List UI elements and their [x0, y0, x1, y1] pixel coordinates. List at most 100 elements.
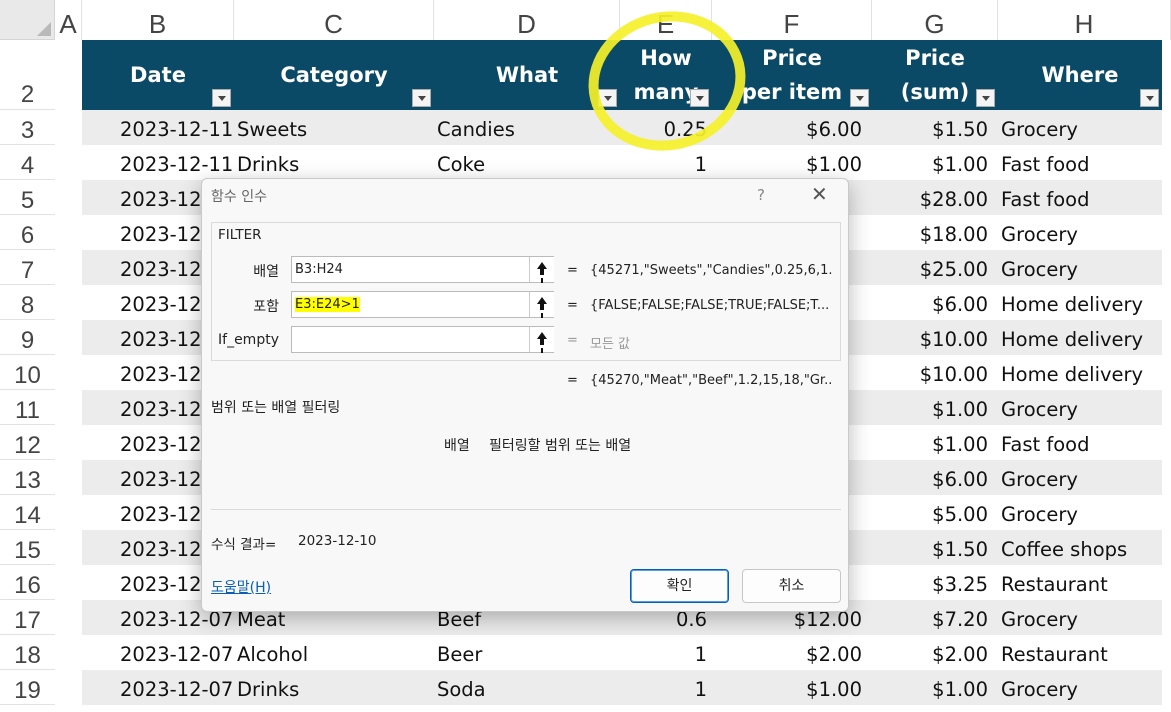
cell-where[interactable]: Grocery: [1001, 600, 1078, 635]
header-where[interactable]: Where: [998, 40, 1162, 110]
include-input[interactable]: E3:E24>1: [291, 291, 554, 318]
column-header-h[interactable]: H: [998, 0, 1171, 40]
filter-dropdown-icon[interactable]: [412, 89, 431, 107]
cell-price-sum[interactable]: $1.00: [872, 145, 988, 180]
cell-date[interactable]: 2023-12-07: [120, 670, 233, 705]
cell-how-many[interactable]: 1: [620, 635, 707, 670]
cell-date[interactable]: 2023-12-11: [120, 110, 233, 145]
cell-price-sum[interactable]: $18.00: [872, 215, 988, 250]
row-header[interactable]: 15: [0, 530, 55, 565]
cell-where[interactable]: Grocery: [1001, 250, 1078, 285]
column-header-f[interactable]: F: [712, 0, 872, 40]
column-header-c[interactable]: C: [234, 0, 434, 40]
cell-price-sum[interactable]: $6.00: [872, 460, 988, 495]
collapse-range-icon[interactable]: [529, 257, 554, 282]
cell-date[interactable]: 2023-12-11: [120, 145, 233, 180]
cell-date[interactable]: 2023-12-: [120, 495, 209, 530]
cell-what[interactable]: Candies: [437, 110, 515, 145]
cell-what[interactable]: Soda: [437, 670, 486, 705]
help-link[interactable]: 도움말(H): [211, 577, 271, 597]
column-header-a[interactable]: A: [55, 0, 82, 40]
cell-date[interactable]: 2023-12-: [120, 320, 209, 355]
select-all-corner[interactable]: [0, 0, 55, 40]
cell-where[interactable]: Coffee shops: [1001, 530, 1127, 565]
header-category[interactable]: Category: [234, 40, 434, 110]
cell-date[interactable]: 2023-12-: [120, 460, 209, 495]
cell-price-sum[interactable]: $1.50: [872, 110, 988, 145]
cell-price-sum[interactable]: $1.00: [872, 390, 988, 425]
cell-price-sum[interactable]: $25.00: [872, 250, 988, 285]
cell-where[interactable]: Restaurant: [1001, 635, 1108, 670]
row-header[interactable]: 3: [0, 110, 55, 145]
cell-where[interactable]: Grocery: [1001, 670, 1078, 705]
cell-date[interactable]: 2023-12-: [120, 250, 209, 285]
row-header[interactable]: 19: [0, 670, 55, 705]
cell-where[interactable]: Restaurant: [1001, 565, 1108, 600]
column-header-g[interactable]: G: [872, 0, 998, 40]
row-header[interactable]: 16: [0, 565, 55, 600]
filter-dropdown-icon[interactable]: [976, 89, 995, 107]
cell-date[interactable]: 2023-12-07: [120, 635, 233, 670]
cell-what[interactable]: Beer: [437, 635, 482, 670]
filter-dropdown-icon[interactable]: [212, 89, 231, 107]
row-header[interactable]: 11: [0, 390, 55, 425]
cell-date[interactable]: 2023-12-: [120, 180, 209, 215]
cell-category[interactable]: Drinks: [237, 670, 299, 705]
cell-date[interactable]: 2023-12-: [120, 355, 209, 390]
cell-category[interactable]: Sweets: [237, 110, 307, 145]
row-header[interactable]: 2: [0, 40, 55, 110]
cell-date[interactable]: 2023-12-: [120, 530, 209, 565]
cell-where[interactable]: Home delivery: [1001, 355, 1143, 390]
collapse-range-icon[interactable]: [529, 292, 554, 317]
row-header[interactable]: 8: [0, 285, 55, 320]
row-header[interactable]: 7: [0, 250, 55, 285]
row-header[interactable]: 13: [0, 460, 55, 495]
column-header-b[interactable]: B: [82, 0, 234, 40]
collapse-range-icon[interactable]: [529, 327, 554, 352]
if-empty-input[interactable]: [291, 326, 554, 353]
cell-price-sum[interactable]: $2.00: [872, 635, 988, 670]
close-icon[interactable]: ✕: [811, 182, 828, 206]
header-price-sum[interactable]: Price (sum): [872, 40, 998, 110]
row-header[interactable]: 17: [0, 600, 55, 635]
cell-where[interactable]: Grocery: [1001, 460, 1078, 495]
cell-price-sum[interactable]: $1.00: [872, 425, 988, 460]
column-header-d[interactable]: D: [434, 0, 620, 40]
cell-price-sum[interactable]: $10.00: [872, 355, 988, 390]
cell-price-sum[interactable]: $1.00: [872, 670, 988, 705]
row-header[interactable]: 4: [0, 145, 55, 180]
cell-price-item[interactable]: $2.00: [712, 635, 862, 670]
cell-where[interactable]: Fast food: [1001, 425, 1089, 460]
cell-price-sum[interactable]: $3.25: [872, 565, 988, 600]
cell-what[interactable]: Coke: [437, 145, 485, 180]
cell-price-item[interactable]: $1.00: [712, 145, 862, 180]
cell-where[interactable]: Fast food: [1001, 180, 1089, 215]
cell-where[interactable]: Grocery: [1001, 215, 1078, 250]
cell-date[interactable]: 2023-12-: [120, 285, 209, 320]
ok-button[interactable]: 확인: [630, 569, 729, 603]
array-input[interactable]: B3:H24: [291, 256, 554, 283]
cell-how-many[interactable]: 1: [620, 670, 707, 705]
cell-category[interactable]: Drinks: [237, 145, 299, 180]
cell-date[interactable]: 2023-12-: [120, 565, 209, 600]
row-header[interactable]: 10: [0, 355, 55, 390]
cell-price-item[interactable]: $1.00: [712, 670, 862, 705]
cell-price-sum[interactable]: $7.20: [872, 600, 988, 635]
filter-dropdown-icon[interactable]: [850, 89, 869, 107]
cell-where[interactable]: Home delivery: [1001, 320, 1143, 355]
header-date[interactable]: Date: [82, 40, 234, 110]
row-header[interactable]: 18: [0, 635, 55, 670]
row-header[interactable]: 6: [0, 215, 55, 250]
cell-where[interactable]: Grocery: [1001, 390, 1078, 425]
cell-category[interactable]: Alcohol: [237, 635, 308, 670]
filter-dropdown-icon[interactable]: [1140, 89, 1159, 107]
cell-where[interactable]: Grocery: [1001, 110, 1078, 145]
cell-date[interactable]: 2023-12-: [120, 390, 209, 425]
cell-price-item[interactable]: $6.00: [712, 110, 862, 145]
row-header[interactable]: 12: [0, 425, 55, 460]
cell-date[interactable]: 2023-12-: [120, 425, 209, 460]
cell-where[interactable]: Home delivery: [1001, 285, 1143, 320]
cell-price-sum[interactable]: $10.00: [872, 320, 988, 355]
cell-price-sum[interactable]: $1.50: [872, 530, 988, 565]
cell-price-sum[interactable]: $6.00: [872, 285, 988, 320]
